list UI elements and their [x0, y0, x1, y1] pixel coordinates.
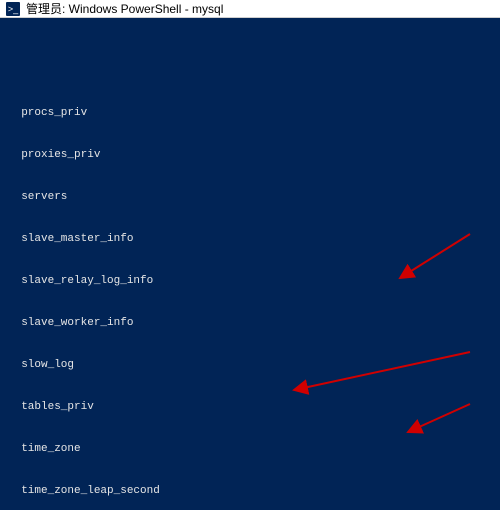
table-row: slave_worker_info [8, 316, 492, 330]
table-row: slow_log [8, 358, 492, 372]
table-row: servers [8, 190, 492, 204]
tables-list: procs_priv proxies_priv servers slave_ma… [8, 78, 492, 510]
table-row: slave_relay_log_info [8, 274, 492, 288]
window-title: 管理员: Windows PowerShell - mysql [26, 0, 223, 17]
powershell-window: >_ 管理员: Windows PowerShell - mysql procs… [0, 0, 500, 510]
titlebar[interactable]: >_ 管理员: Windows PowerShell - mysql [0, 0, 500, 18]
powershell-icon: >_ [6, 2, 20, 16]
terminal[interactable]: procs_priv proxies_priv servers slave_ma… [0, 18, 500, 510]
table-row: proxies_priv [8, 148, 492, 162]
table-row: time_zone [8, 442, 492, 456]
table-row: slave_master_info [8, 232, 492, 246]
table-row: procs_priv [8, 106, 492, 120]
table-row: tables_priv [8, 400, 492, 414]
table-row: time_zone_leap_second [8, 484, 492, 498]
